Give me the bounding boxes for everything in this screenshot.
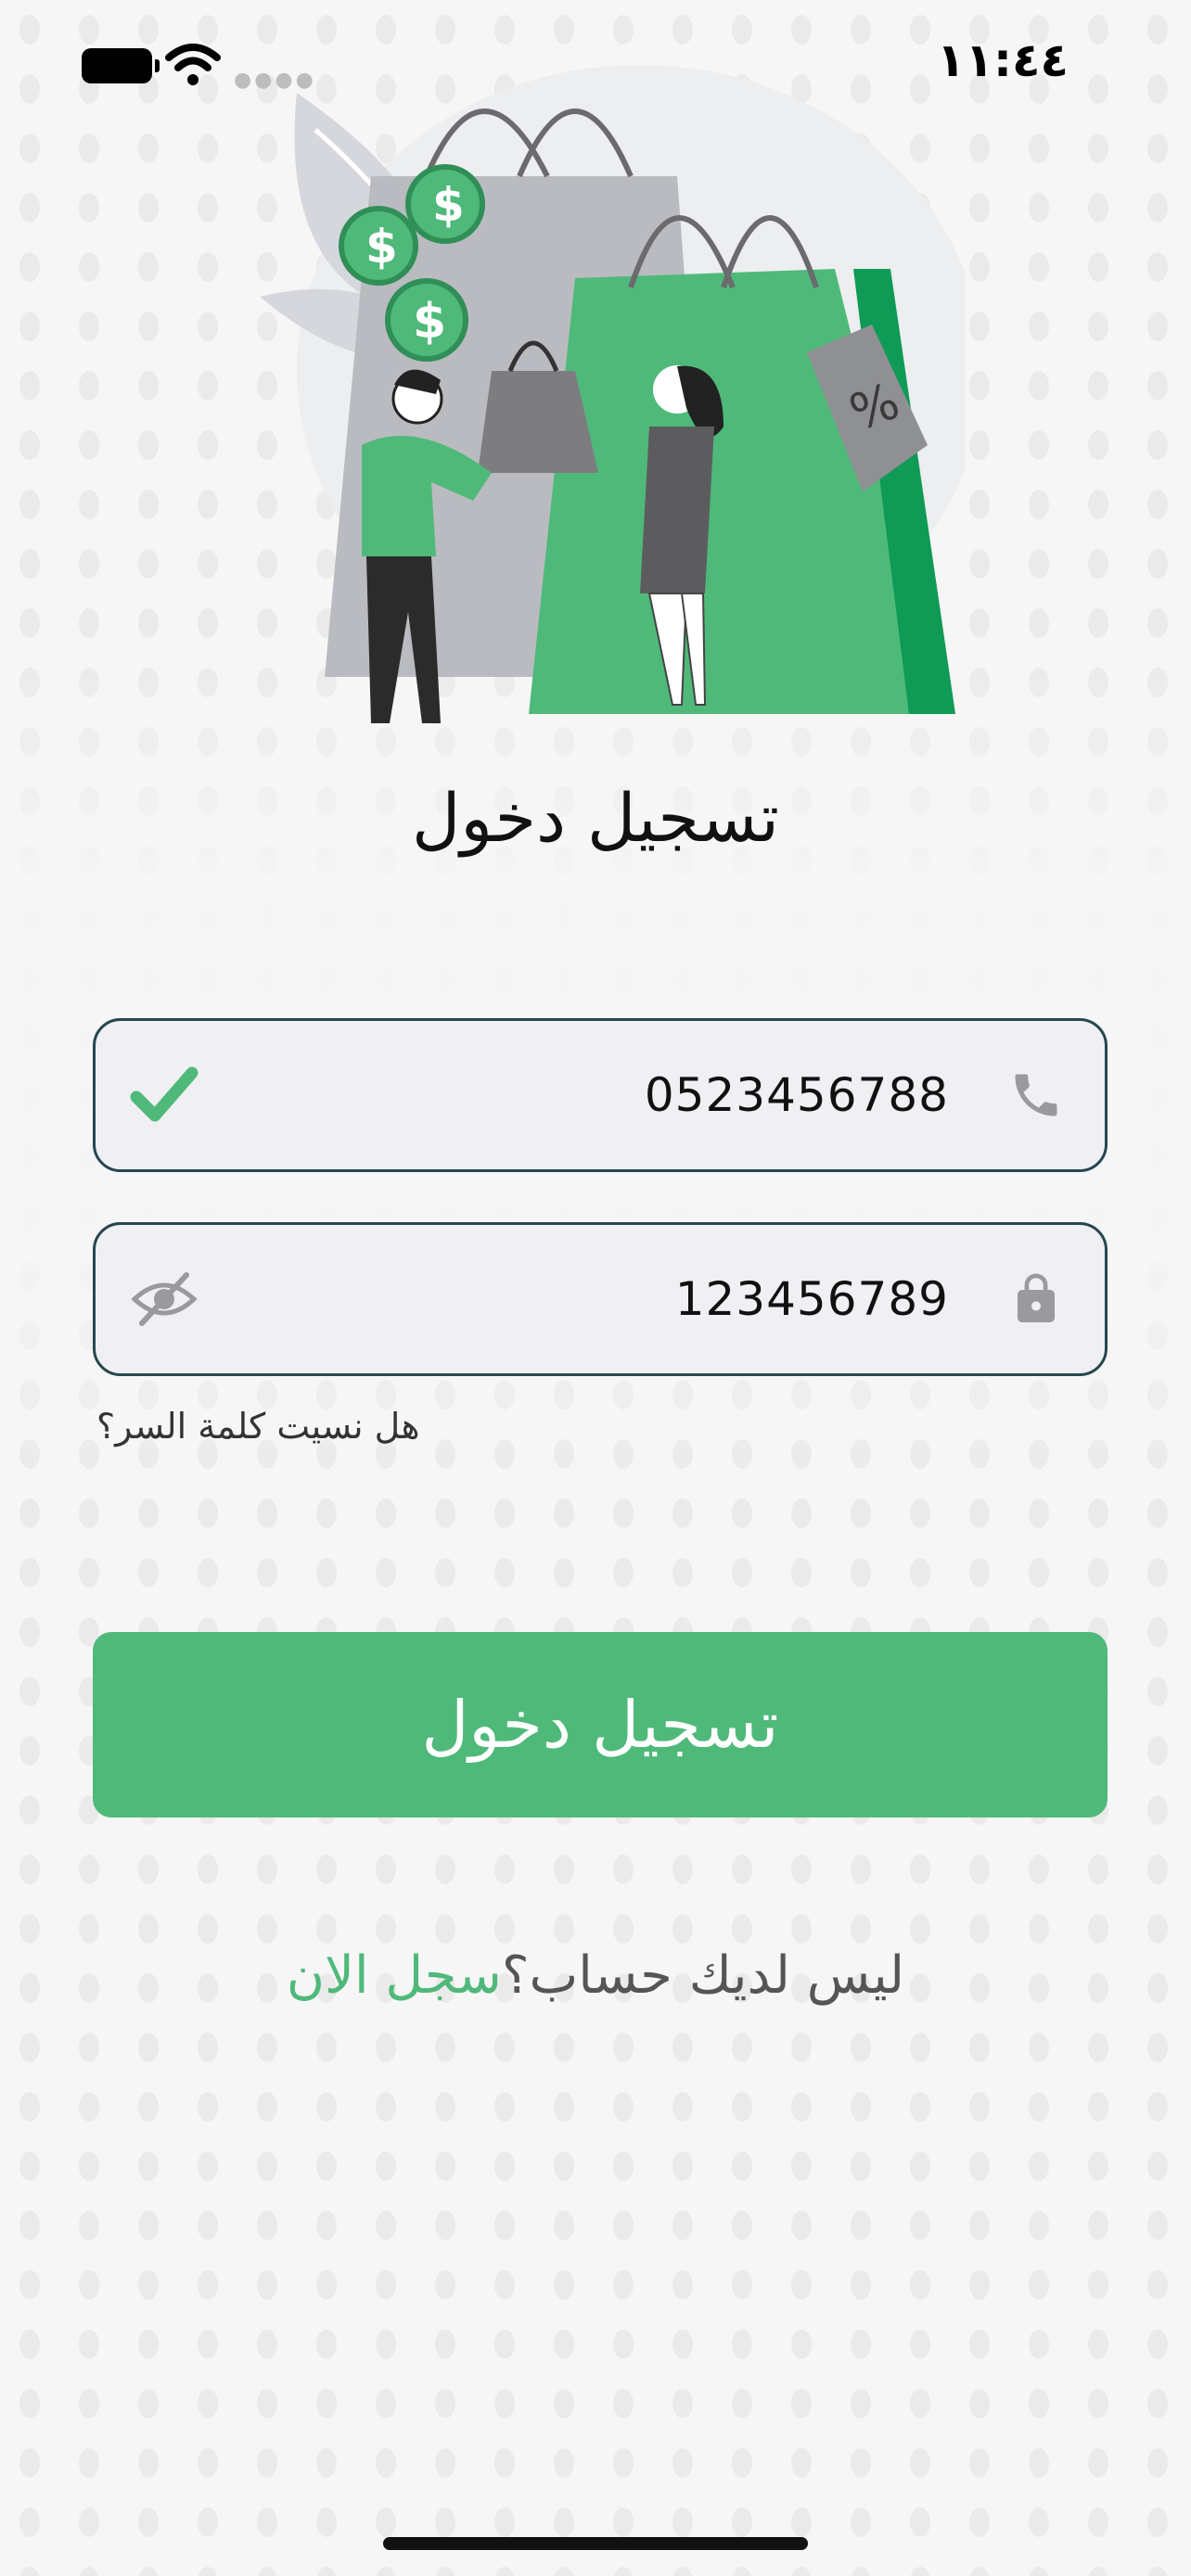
page-title: تسجيل دخول [412, 779, 779, 857]
password-field[interactable]: 123456789 [93, 1222, 1108, 1376]
wifi-icon [165, 44, 221, 85]
svg-text:$: $ [365, 220, 398, 274]
check-icon [130, 1066, 198, 1122]
signup-link[interactable]: سجل الان [287, 1945, 502, 2006]
svg-text:$: $ [432, 178, 465, 232]
shopping-illustration: % $ $ $ [260, 65, 965, 723]
forgot-password-link[interactable]: هل نسيت كلمة السر؟ [96, 1406, 420, 1447]
battery-icon [82, 48, 160, 83]
phone-icon [1015, 1074, 1057, 1116]
signup-question: ليس لديك حساب؟ [501, 1945, 905, 2006]
svg-text:$: $ [413, 294, 446, 350]
lock-icon [1018, 1273, 1055, 1322]
login-button[interactable]: تسجيل دخول [93, 1632, 1108, 1817]
phone-input-value[interactable]: 0523456788 [645, 1068, 949, 1122]
phone-field[interactable]: 0523456788 [93, 1018, 1108, 1172]
home-indicator[interactable] [383, 2537, 808, 2550]
signup-row: ليس لديك حساب؟سجل الان [0, 1945, 1191, 2006]
password-input-value[interactable]: 123456789 [675, 1272, 949, 1326]
eye-off-icon[interactable] [129, 1264, 199, 1334]
